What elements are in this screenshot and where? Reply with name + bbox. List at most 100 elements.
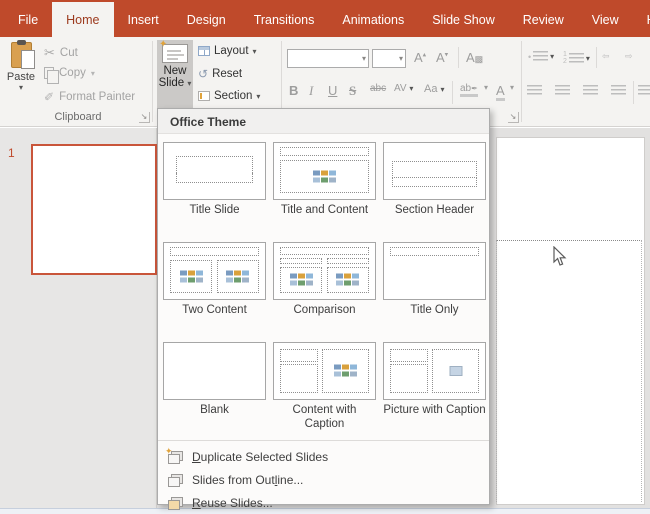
numbering-button[interactable]: 12▾: [563, 51, 590, 65]
copy-dropdown-caret: ▾: [91, 69, 95, 78]
mouse-cursor: [552, 246, 567, 267]
content-icons: [288, 273, 314, 286]
tab-home[interactable]: Home: [52, 2, 113, 37]
character-spacing-button[interactable]: AV ▾: [394, 83, 413, 94]
content-placeholder-outline[interactable]: [496, 240, 642, 502]
layout-thumbnail: [273, 242, 376, 300]
increase-indent-button[interactable]: ⇨: [625, 51, 633, 62]
section-dropdown-caret: ▾: [256, 92, 260, 101]
layout-comparison[interactable]: Comparison: [273, 242, 376, 342]
content-icons: [333, 364, 359, 377]
paste-button[interactable]: Paste ▾: [4, 40, 38, 112]
text-shadow-button[interactable]: S: [349, 83, 356, 99]
reuse-slides-icon: [168, 497, 182, 508]
format-painter-button[interactable]: ✐ Format Painter: [44, 90, 135, 104]
layout-two-content[interactable]: Two Content: [163, 242, 266, 342]
new-slide-dropdown-caret: ▾: [187, 79, 191, 88]
underline-button[interactable]: U: [328, 83, 337, 98]
layout-thumbnail: [273, 142, 376, 200]
tab-help[interactable]: Help: [633, 2, 650, 37]
font-name-combobox[interactable]: ▾: [287, 49, 369, 68]
content-icons: [311, 170, 337, 183]
bold-button[interactable]: B: [289, 83, 298, 98]
font-color-dropdown-caret[interactable]: ▾: [510, 83, 514, 92]
tab-animations[interactable]: Animations: [328, 2, 418, 37]
section-button[interactable]: Section ▾: [198, 90, 260, 102]
layout-title-slide[interactable]: Title Slide: [163, 142, 266, 242]
cut-button[interactable]: ✂ Cut: [44, 45, 78, 61]
copy-button[interactable]: Copy ▾: [44, 67, 95, 79]
paste-clipboard-icon: [11, 42, 32, 68]
mini-separator: [596, 47, 597, 68]
slide-1-thumbnail[interactable]: [31, 144, 157, 275]
picture-icon: [449, 366, 462, 376]
font-size-dropdown-caret[interactable]: ▾: [399, 54, 403, 63]
content-icons: [225, 270, 251, 283]
align-left-button[interactable]: [527, 85, 542, 96]
layout-dropdown-caret: ▾: [253, 47, 257, 56]
align-center-button[interactable]: [555, 85, 570, 96]
menu-separator: [158, 440, 489, 441]
reset-icon: ↺: [198, 67, 208, 81]
decrease-font-size-button[interactable]: A▾: [436, 50, 448, 65]
align-right-button[interactable]: [583, 85, 598, 96]
layout-thumbnail: [383, 342, 486, 400]
highlight-color-button[interactable]: ab✒: [460, 83, 478, 97]
tab-transitions[interactable]: Transitions: [240, 2, 329, 37]
columns-button[interactable]: [638, 85, 650, 96]
tab-file[interactable]: File: [4, 2, 52, 37]
paste-dropdown-caret[interactable]: ▾: [4, 83, 38, 92]
italic-button[interactable]: I: [309, 83, 313, 99]
new-slide-dropdown: Office Theme Title Slide: [157, 108, 490, 505]
reset-button[interactable]: ↺ Reset: [198, 67, 242, 81]
layout-thumbnail: [383, 142, 486, 200]
decrease-indent-button[interactable]: ⇦: [602, 51, 610, 62]
duplicate-slides-icon: ✦: [168, 451, 182, 462]
layout-blank[interactable]: Blank: [163, 342, 266, 434]
tab-slide-show[interactable]: Slide Show: [418, 2, 509, 37]
paste-label: Paste: [4, 71, 38, 83]
group-separator: [521, 41, 522, 122]
slides-from-outline-icon: [168, 474, 182, 485]
layout-gallery: Title Slide Title and Content: [158, 134, 489, 434]
tab-insert[interactable]: Insert: [114, 2, 173, 37]
layout-icon: [198, 46, 210, 56]
layout-content-with-caption[interactable]: Content with Caption: [273, 342, 376, 434]
layout-title-and-content[interactable]: Title and Content: [273, 142, 376, 242]
layout-section-header[interactable]: Section Header: [383, 142, 486, 242]
menu-item-slides-from-outline[interactable]: Slides from Outline...: [158, 468, 489, 491]
layout-thumbnail: [163, 342, 266, 400]
layout-thumbnail: [163, 242, 266, 300]
font-name-dropdown-caret[interactable]: ▾: [362, 54, 366, 63]
ribbon-tab-bar: File Home Insert Design Transitions Anim…: [0, 0, 650, 37]
clipboard-dialog-launcher[interactable]: ↘: [139, 112, 150, 123]
menu-item-reuse-slides[interactable]: Reuse Slides...: [158, 491, 489, 514]
layout-thumbnail: [163, 142, 266, 200]
slide-canvas[interactable]: [496, 137, 645, 505]
layout-picture-with-caption[interactable]: Picture with Caption: [383, 342, 486, 434]
new-slide-button[interactable]: ✦ New Slide ▾: [157, 40, 193, 109]
section-icon: [198, 91, 210, 101]
font-dialog-launcher[interactable]: ↘: [508, 112, 519, 123]
content-icons: [178, 270, 204, 283]
tab-view[interactable]: View: [578, 2, 633, 37]
mini-separator: [458, 47, 459, 68]
bullets-button[interactable]: •▾: [528, 51, 554, 62]
clear-formatting-button[interactable]: A▩: [466, 50, 483, 65]
tab-design[interactable]: Design: [173, 2, 240, 37]
tab-review[interactable]: Review: [509, 2, 578, 37]
slide-number: 1: [8, 146, 15, 160]
increase-font-size-button[interactable]: A▴: [414, 50, 426, 65]
powerpoint-window: File Home Insert Design Transitions Anim…: [0, 0, 650, 514]
new-slide-icon: ✦: [162, 44, 188, 63]
change-case-button[interactable]: Aa ▾: [424, 83, 445, 95]
font-color-button[interactable]: A: [496, 83, 505, 101]
menu-item-duplicate-selected-slides[interactable]: ✦ Duplicate Selected Slides: [158, 445, 489, 468]
highlight-dropdown-caret[interactable]: ▾: [484, 83, 488, 92]
layout-thumbnail: [383, 242, 486, 300]
strikethrough-button[interactable]: abc: [370, 83, 386, 94]
justify-button[interactable]: [611, 85, 626, 96]
layout-button[interactable]: Layout ▾: [198, 45, 257, 57]
layout-title-only[interactable]: Title Only: [383, 242, 486, 342]
font-size-combobox[interactable]: ▾: [372, 49, 406, 68]
